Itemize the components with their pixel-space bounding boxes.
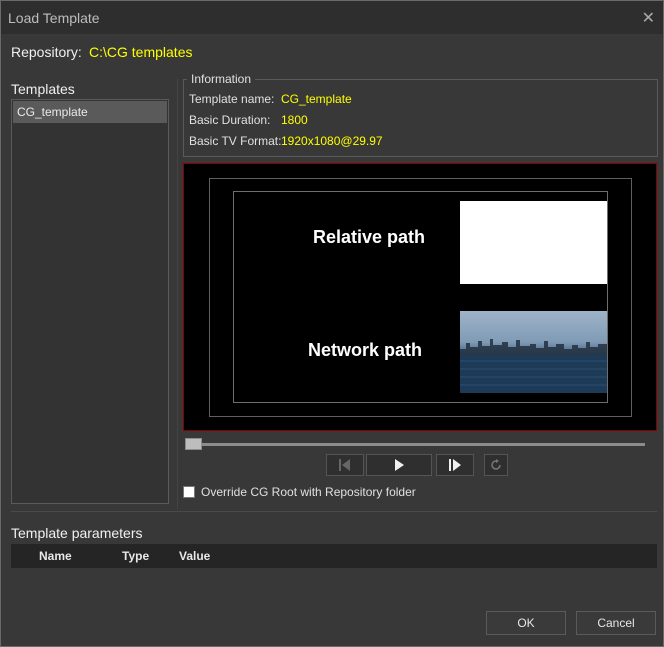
repository-path: C:\CG templates xyxy=(89,44,193,60)
basic-tv-format-value: 1920x1080@29.97 xyxy=(281,134,383,148)
template-name-label: Template name: xyxy=(189,92,275,106)
template-item-cg-template[interactable]: CG_template xyxy=(13,101,167,123)
basic-tv-format-label: Basic TV Format: xyxy=(189,134,282,148)
templates-list[interactable]: CG_template xyxy=(11,99,169,504)
override-cg-root-checkbox[interactable] xyxy=(183,486,195,498)
loop-icon xyxy=(491,459,501,470)
repository-label: Repository: xyxy=(11,44,82,60)
step-back-icon xyxy=(339,459,350,471)
cancel-button[interactable]: Cancel xyxy=(576,611,656,635)
information-legend: Information xyxy=(187,72,256,86)
template-name-row: Template name: xyxy=(189,92,274,106)
basic-duration-label: Basic Duration: xyxy=(189,113,271,127)
title-bar: Load Template ✕ xyxy=(1,1,663,34)
network-path-label: Network path xyxy=(308,340,423,360)
window-title: Load Template xyxy=(8,10,100,26)
city-skyline-image xyxy=(460,339,607,393)
step-forward-icon xyxy=(449,459,461,471)
play-icon xyxy=(395,459,404,471)
timeline-track[interactable] xyxy=(185,443,645,446)
basic-tv-format-row: Basic TV Format: xyxy=(189,134,281,148)
column-header-type[interactable]: Type xyxy=(122,549,149,563)
template-name-value: CG_template xyxy=(281,92,352,106)
basic-duration-row: Basic Duration: xyxy=(189,113,270,127)
play-button[interactable] xyxy=(366,454,432,476)
network-path-image xyxy=(460,311,607,393)
relative-path-image xyxy=(460,201,607,284)
template-parameters-title: Template parameters xyxy=(11,525,143,541)
column-header-value[interactable]: Value xyxy=(179,549,210,563)
close-icon[interactable]: ✕ xyxy=(642,8,655,28)
load-template-dialog: Load Template ✕ Repository: C:\CG templa… xyxy=(0,0,664,647)
loop-button[interactable] xyxy=(484,454,508,476)
horizontal-divider xyxy=(11,511,657,512)
vertical-divider xyxy=(177,79,178,509)
relative-path-label: Relative path xyxy=(313,227,426,247)
override-cg-root-label: Override CG Root with Repository folder xyxy=(201,485,416,499)
step-forward-button[interactable] xyxy=(436,454,474,476)
parameters-table-header xyxy=(11,544,657,568)
ok-button[interactable]: OK xyxy=(486,611,566,635)
column-header-name[interactable]: Name xyxy=(39,549,72,563)
templates-title: Templates xyxy=(11,81,75,97)
step-back-button[interactable] xyxy=(326,454,364,476)
timeline-handle[interactable] xyxy=(185,438,202,450)
basic-duration-value: 1800 xyxy=(281,113,308,127)
